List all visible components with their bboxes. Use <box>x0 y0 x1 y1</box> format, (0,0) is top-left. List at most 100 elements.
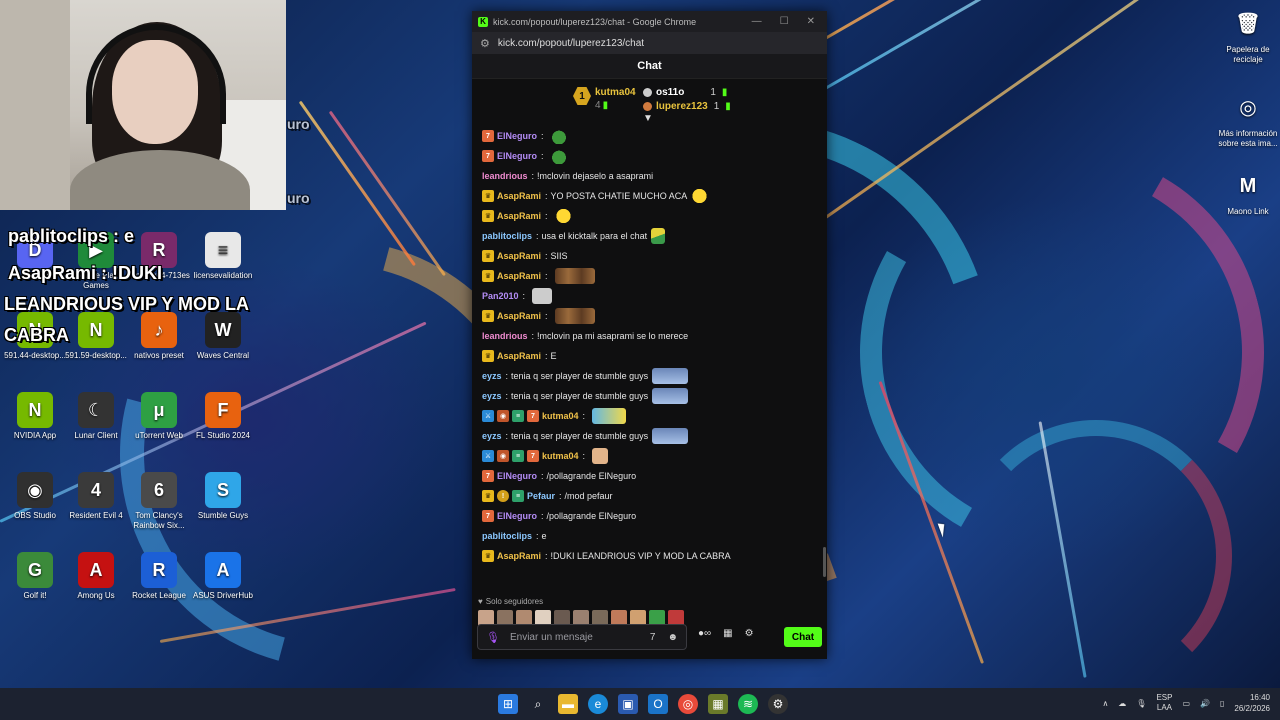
bird-emote-icon[interactable] <box>592 408 627 424</box>
gift-box-icon[interactable]: ▦ <box>723 628 732 639</box>
display-icon[interactable]: ▭ <box>1182 699 1190 708</box>
chat-scrollbar[interactable] <box>823 547 826 577</box>
desktop-icon[interactable]: 🗑 Papelera de reciclaje <box>1213 6 1280 65</box>
chrome-icon[interactable]: ◎ <box>678 694 698 714</box>
desktop-icon[interactable]: ◎ Más información sobre esta ima... <box>1213 90 1280 149</box>
file-explorer-icon[interactable]: ▬ <box>558 694 578 714</box>
chat-username[interactable]: ElNeguro <box>497 471 537 481</box>
chat-message[interactable]: ♛ AsapRami: <box>472 266 827 286</box>
chat-username[interactable]: ElNeguro <box>497 151 537 161</box>
desktop-icon[interactable]: μ uTorrent Web <box>124 392 194 441</box>
chat-username[interactable]: AsapRami <box>497 271 541 281</box>
chat-message[interactable]: ⚔ ◉ ≡ 7 kutma04: <box>472 446 827 466</box>
chat-message[interactable]: ♛! ≡ Pefaur:/mod pefaur <box>472 486 827 506</box>
desktop-icon[interactable]: R Rocket League <box>124 552 194 601</box>
chat-message[interactable]: ♛ AsapRami: YO POSTA CHATIE MUCHO ACA <box>472 186 827 206</box>
expand-leaderboard-icon[interactable]: ▼ <box>643 113 653 124</box>
spotify-icon[interactable]: ≋ <box>738 694 758 714</box>
leader-third-name[interactable]: luperez123 <box>656 101 708 112</box>
chat-username[interactable]: pablitoclips <box>482 231 532 241</box>
desktop-icon[interactable]: N 591.59-desktop... <box>61 312 131 361</box>
desktop-icon[interactable]: A Among Us <box>61 552 131 601</box>
edge-browser-icon[interactable]: e <box>588 694 608 714</box>
chat-username[interactable]: AsapRami <box>497 211 541 221</box>
desktop-icon[interactable]: ≡ licensevalidation <box>188 232 258 281</box>
desktop-icon[interactable]: G Golf it! <box>0 552 70 601</box>
chat-messages[interactable]: 7 ElNeguro:7 ElNeguro: leandrious: !mclovin … <box>472 126 827 586</box>
chat-username[interactable]: eyzs <box>482 431 502 441</box>
cat-emote-icon[interactable] <box>554 268 595 284</box>
address-bar[interactable]: ⚙ kick.com/popout/luperez123/chat <box>472 32 827 54</box>
chat-message[interactable]: eyzs: tenia q ser player de stumble guys <box>472 366 827 386</box>
desktop-icon[interactable]: F FL Studio 2024 <box>188 392 258 441</box>
chat-username[interactable]: AsapRami <box>497 551 541 561</box>
sg-emote-icon[interactable] <box>652 368 689 384</box>
window-titlebar[interactable]: K kick.com/popout/luperez123/chat - Goog… <box>472 11 827 32</box>
chat-message[interactable]: 7 ElNeguro: <box>472 146 827 166</box>
smile-emote-icon[interactable] <box>554 208 572 224</box>
chat-message[interactable]: ♛ AsapRami: <box>472 206 827 226</box>
chat-username[interactable]: kutma04 <box>542 411 579 421</box>
desktop-icon[interactable]: N NVIDIA App <box>0 392 70 441</box>
chat-message[interactable]: ♛ AsapRami: SIIS <box>472 246 827 266</box>
7tv-emote-icon[interactable]: 7 <box>650 632 656 643</box>
chat-username[interactable]: kutma04 <box>542 451 579 461</box>
chat-message[interactable]: ♛ AsapRami: E <box>472 346 827 366</box>
chat-message[interactable]: ♛ AsapRami: <box>472 306 827 326</box>
chat-message[interactable]: 7 ElNeguro: <box>472 126 827 146</box>
desktop-icon[interactable]: ◉ OBS Studio <box>0 472 70 521</box>
close-icon[interactable]: ✕ <box>807 16 815 27</box>
chat-username[interactable]: eyzs <box>482 371 502 381</box>
maximize-icon[interactable]: ☐ <box>780 16 789 27</box>
leader-second-name[interactable]: os11o <box>656 87 684 98</box>
sg-emote-icon[interactable] <box>652 428 689 444</box>
chat-message[interactable]: leandrious: !mclovin dejaselo a asaprami <box>472 166 827 186</box>
face-emote-icon[interactable] <box>532 288 553 304</box>
pepe-emote-icon[interactable] <box>550 148 567 164</box>
message-input[interactable]: 🎙 Enviar un mensaje 7 ☻ <box>477 624 687 650</box>
battery-icon[interactable]: ▯ <box>1220 699 1224 708</box>
clock[interactable]: 16:40 26/2/2026 <box>1234 692 1270 714</box>
desktop-icon[interactable]: M Maono Link <box>1213 168 1280 217</box>
search-icon[interactable]: ⌕ <box>528 694 548 714</box>
pepe-emote-icon[interactable] <box>550 128 567 144</box>
minimize-icon[interactable]: — <box>752 16 762 27</box>
hat-emote-icon[interactable] <box>651 228 666 244</box>
start-menu-icon[interactable]: ⊞ <box>498 694 518 714</box>
leader-top-name[interactable]: kutma04 <box>595 87 636 98</box>
desktop-icon[interactable]: ♪ nativos preset <box>124 312 194 361</box>
sg-emote-icon[interactable] <box>652 388 689 404</box>
chat-message[interactable]: pablitoclips: e <box>472 526 827 546</box>
chat-username[interactable]: AsapRami <box>497 251 541 261</box>
language-indicator[interactable]: ESP LAA <box>1156 693 1172 713</box>
minecraft-icon[interactable]: ▦ <box>708 694 728 714</box>
chat-username[interactable]: eyzs <box>482 391 502 401</box>
chat-message[interactable]: ♛ AsapRami: !DUKI LEANDRIOUS VIP Y MOD LA … <box>472 546 827 566</box>
smile-emote-icon[interactable] <box>691 188 709 204</box>
chat-message[interactable]: Pan2010: <box>472 286 827 306</box>
chat-username[interactable]: AsapRami <box>497 311 541 321</box>
mic-tray-icon[interactable]: 🎙 <box>1136 699 1146 708</box>
chat-message[interactable]: pablitoclips: usa el kicktalk para el cha… <box>472 226 827 246</box>
chat-username[interactable]: leandrious <box>482 331 528 341</box>
desktop-icon[interactable]: A ASUS DriverHub <box>188 552 258 601</box>
chat-username[interactable]: leandrious <box>482 171 528 181</box>
volume-icon[interactable]: 🔊 <box>1200 699 1210 708</box>
send-chat-button[interactable]: Chat <box>784 627 822 647</box>
outlook-icon[interactable]: O <box>648 694 668 714</box>
desktop-icon[interactable]: S Stumble Guys <box>188 472 258 521</box>
chat-username[interactable]: AsapRami <box>497 351 541 361</box>
desktop-icon[interactable]: W Waves Central <box>188 312 258 361</box>
desktop-icon[interactable]: 6 Tom Clancy's Rainbow Six... <box>124 472 194 531</box>
emoji-icon[interactable]: ☻ <box>667 632 678 643</box>
hand-emote-icon[interactable] <box>592 448 609 464</box>
microphone-icon[interactable]: 🎙 <box>486 631 500 644</box>
desktop-icon[interactable]: 4 Resident Evil 4 <box>61 472 131 521</box>
chat-message[interactable]: leandrious: !mclovin pa mi asaprami se lo… <box>472 326 827 346</box>
kicks-icon[interactable]: ●∞ <box>698 628 711 639</box>
cat-emote-icon[interactable] <box>554 308 595 324</box>
network-icon[interactable]: ☁ <box>1118 699 1126 708</box>
chat-message[interactable]: 7 ElNeguro:/pollagrande ElNeguro <box>472 506 827 526</box>
store-icon[interactable]: ▣ <box>618 694 638 714</box>
chat-username[interactable]: ElNeguro <box>497 511 537 521</box>
